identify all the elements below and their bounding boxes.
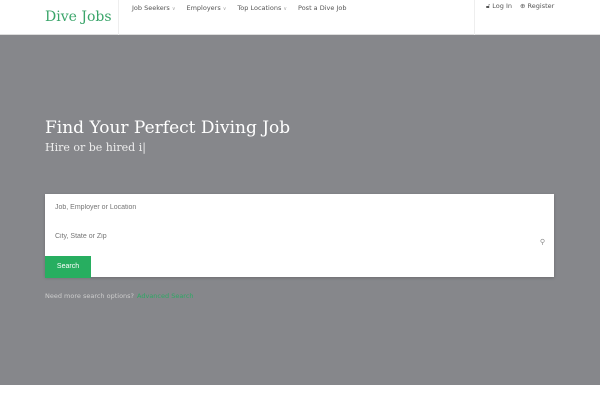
logo[interactable]: Dive Jobs bbox=[45, 9, 112, 25]
register-link[interactable]: ⊕ Register bbox=[520, 2, 554, 11]
map-pin-icon: ⚲ bbox=[539, 238, 545, 246]
nav-top-locations[interactable]: Top Locations ∨ bbox=[237, 4, 287, 12]
advanced-search-link[interactable]: Advanced Search bbox=[137, 292, 194, 300]
divider bbox=[118, 0, 119, 35]
nav-label: Top Locations bbox=[237, 4, 282, 12]
location-input[interactable] bbox=[55, 233, 525, 240]
hero-subtitle: Hire or be hired i| bbox=[45, 141, 146, 154]
main-nav: Job Seekers ∨ Employers ∨ Top Locations ∨ P… bbox=[132, 4, 346, 12]
keyword-input[interactable] bbox=[55, 204, 525, 211]
header: Dive Jobs Job Seekers ∨ Employers ∨ Top Lo… bbox=[0, 0, 600, 35]
login-link[interactable]: 🔓︎ Log In bbox=[486, 2, 512, 11]
nav-employers[interactable]: Employers ∨ bbox=[186, 4, 226, 12]
chevron-down-icon: ∨ bbox=[222, 6, 227, 12]
register-label: Register bbox=[527, 2, 555, 10]
lock-icon: 🔓︎ bbox=[486, 2, 491, 10]
chevron-down-icon: ∨ bbox=[283, 6, 288, 12]
divider bbox=[474, 0, 475, 35]
nav-post-job[interactable]: Post a Dive Job bbox=[298, 4, 346, 12]
hero-title: Find Your Perfect Diving Job bbox=[45, 118, 291, 138]
search-button[interactable]: Search bbox=[45, 256, 91, 278]
nav-label: Post a Dive Job bbox=[298, 4, 347, 12]
search-form: ⚲ bbox=[45, 194, 554, 277]
nav-label: Job Seekers bbox=[132, 4, 170, 12]
auth-links: 🔓︎ Log In ⊕ Register bbox=[486, 2, 554, 11]
chevron-down-icon: ∨ bbox=[171, 6, 176, 12]
plus-circle-icon: ⊕ bbox=[520, 2, 526, 10]
page-bottom bbox=[0, 385, 600, 400]
more-options-text: Need more search options? bbox=[45, 292, 135, 300]
login-label: Log In bbox=[492, 2, 513, 10]
nav-job-seekers[interactable]: Job Seekers ∨ bbox=[132, 4, 175, 12]
nav-label: Employers bbox=[186, 4, 221, 12]
more-options: Need more search options? Advanced Search bbox=[45, 292, 194, 300]
